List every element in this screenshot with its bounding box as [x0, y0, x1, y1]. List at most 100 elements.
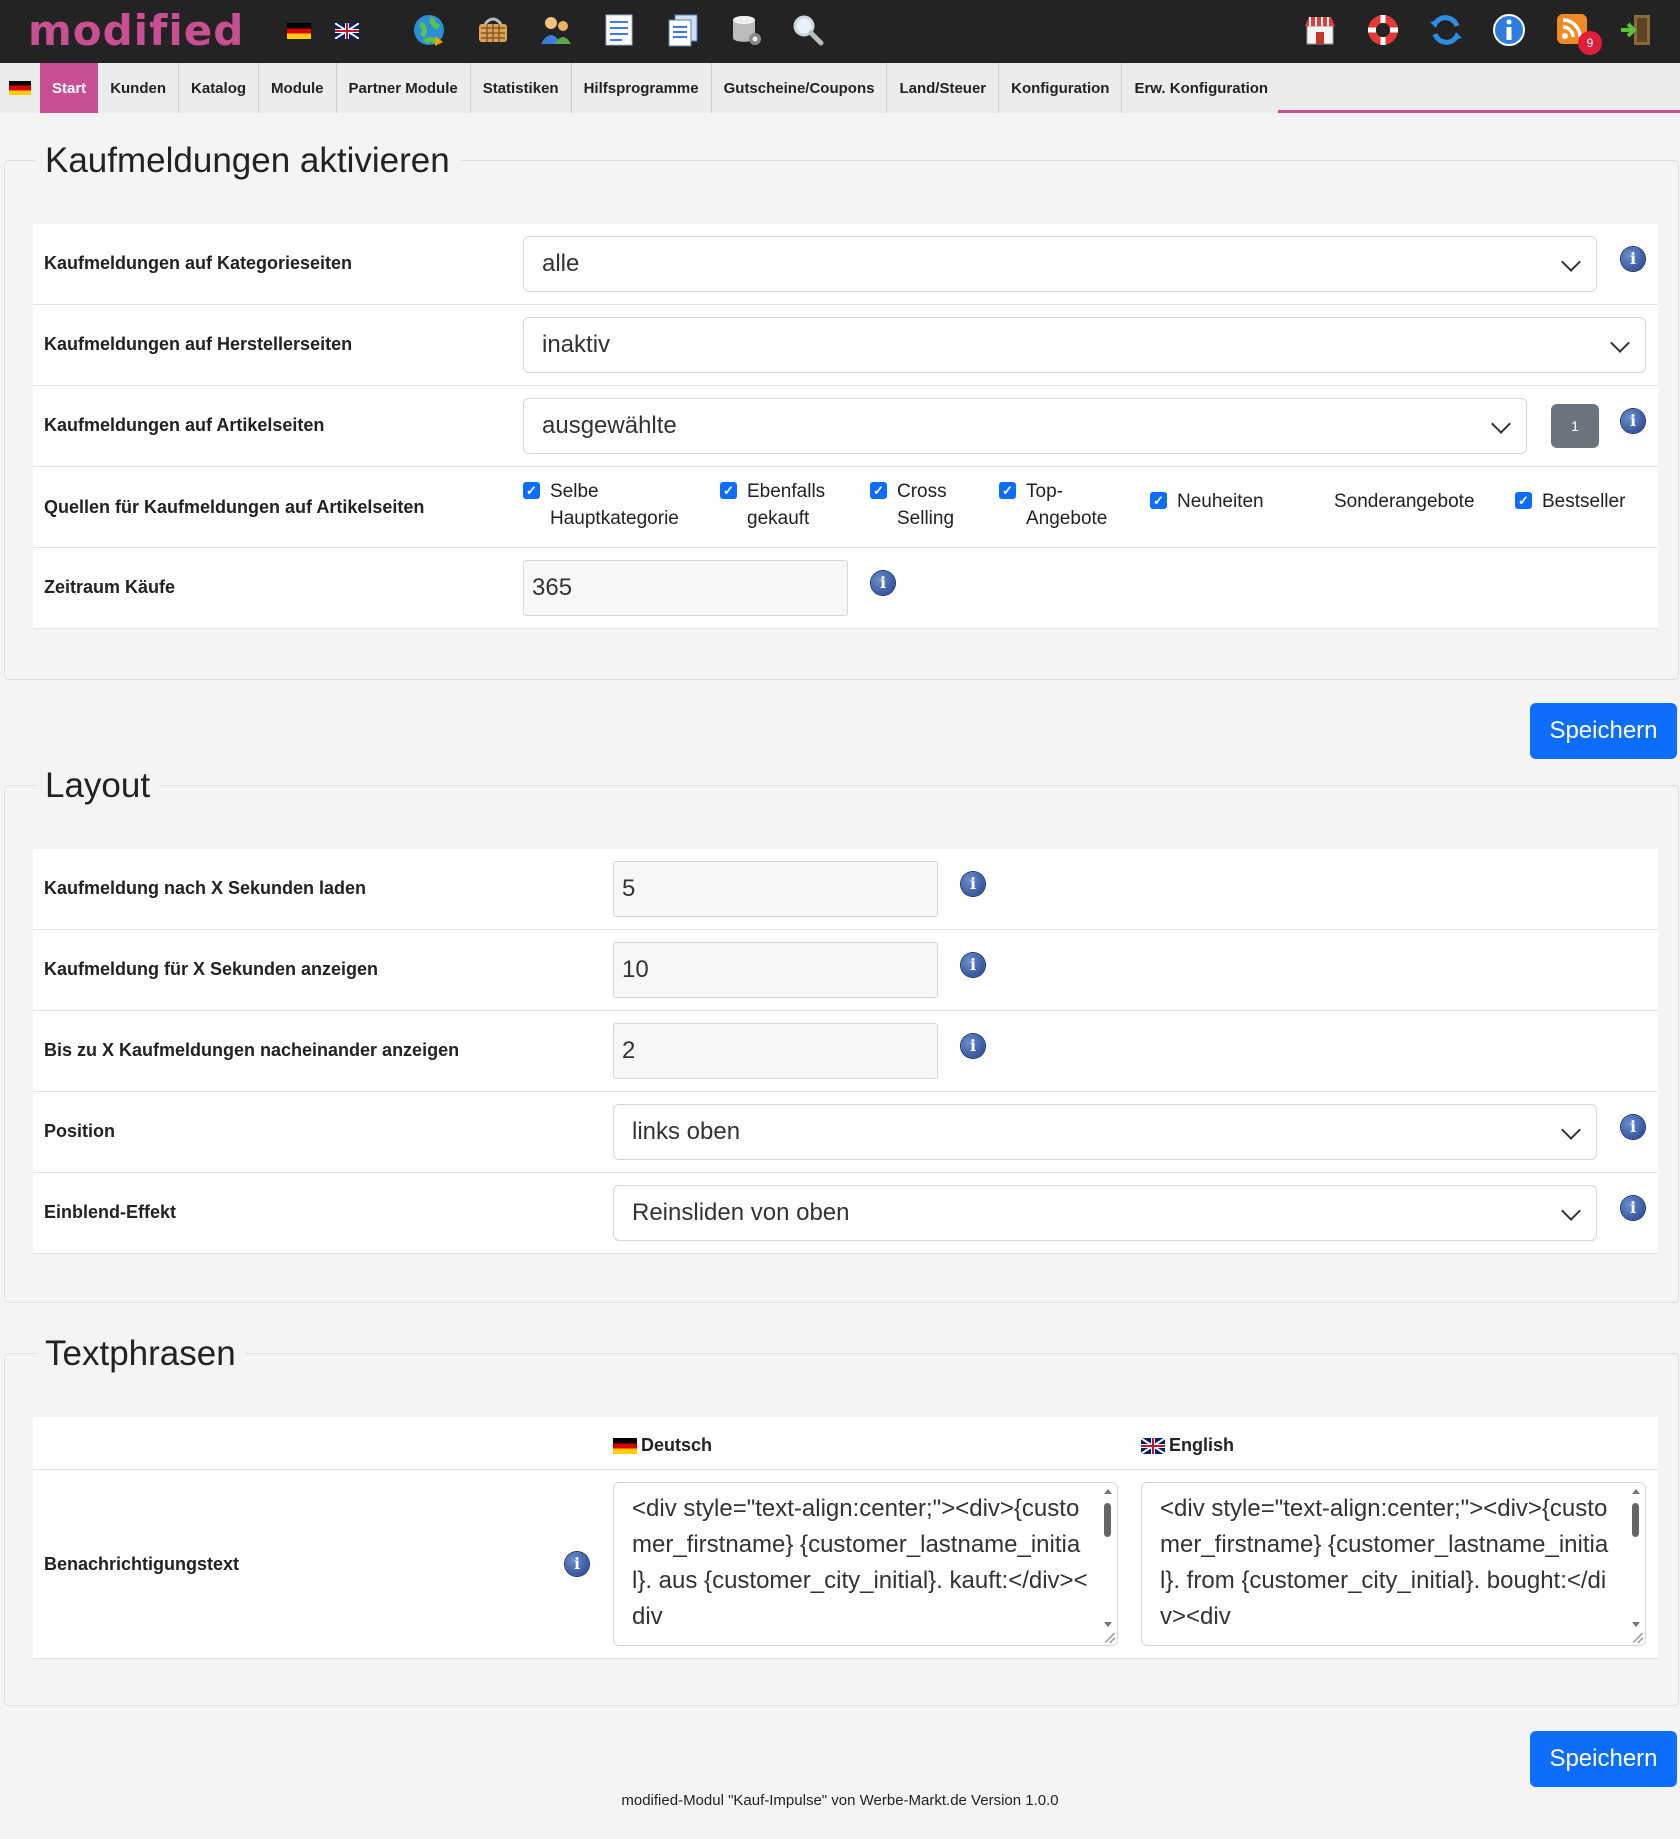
resize-grip-icon[interactable] — [1633, 1633, 1643, 1643]
field-label: Bis zu X Kaufmeldungen nacheinander anze… — [44, 1040, 460, 1060]
checkbox-checked-icon: ✓ — [1515, 492, 1532, 509]
de-flag-icon[interactable] — [287, 23, 311, 39]
support-icon[interactable] — [1365, 12, 1401, 48]
info-icon[interactable]: i — [1621, 1115, 1645, 1139]
nav-statistiken[interactable]: Statistiken — [471, 63, 572, 113]
row-duration: Kaufmeldung für X Sekunden anzeigen 10 i — [33, 930, 1658, 1011]
notification-text-de-textarea[interactable]: <div style="text-align:center;"><div>{cu… — [613, 1482, 1118, 1646]
scrollbar-thumb[interactable] — [1104, 1503, 1111, 1537]
save-button[interactable]: Speichern — [1530, 703, 1677, 759]
save-button-bottom[interactable]: Speichern — [1530, 1731, 1677, 1787]
section-title: Kaufmeldungen aktivieren — [35, 139, 460, 183]
info-icon[interactable]: i — [961, 953, 985, 977]
section-layout: Layout Kaufmeldung nach X Sekunden laden… — [4, 764, 1679, 1303]
manufacturer-pages-select[interactable]: inaktiv — [523, 317, 1646, 373]
source-checkbox-sonderangebote[interactable]: Sonderangebote — [1307, 488, 1477, 515]
source-checkbox-selbe-hauptkategorie[interactable]: ✓ Selbe Hauptkategorie — [523, 478, 693, 532]
field-label: Kaufmeldung nach X Sekunden laden — [44, 878, 367, 898]
logout-icon[interactable] — [1618, 12, 1654, 48]
info-icon[interactable]: i — [1621, 247, 1645, 271]
row-period: Zeitraum Käufe 365 i — [33, 548, 1658, 629]
select-value: ausgewählte — [542, 412, 677, 439]
scrollbar-thumb[interactable] — [1632, 1503, 1639, 1537]
nav-underline — [1278, 110, 1680, 113]
select-value: links oben — [632, 1118, 741, 1145]
period-input[interactable]: 365 — [523, 560, 848, 616]
shop-icon[interactable] — [1302, 12, 1338, 48]
count-input[interactable]: 2 — [613, 1023, 938, 1079]
source-checkbox-top-angebote[interactable]: ✓ Top-Angebote — [999, 478, 1109, 532]
customers-icon[interactable] — [538, 12, 574, 48]
chevron-down-icon — [1561, 1201, 1581, 1221]
row-position: Position links oben i — [33, 1092, 1658, 1173]
basket-icon[interactable] — [475, 12, 511, 48]
section-kaufmeldungen-aktivieren: Kaufmeldungen aktivieren Kaufmeldungen a… — [4, 139, 1679, 680]
info-icon[interactable]: i — [565, 1552, 589, 1576]
row-manufacturer-pages: Kaufmeldungen auf Herstellerseiten inakt… — [33, 305, 1658, 386]
field-label: Benachrichtigungstext — [44, 1554, 240, 1574]
scroll-down-icon[interactable] — [1632, 1622, 1640, 1627]
source-checkbox-neuheiten[interactable]: ✓ Neuheiten — [1150, 488, 1290, 515]
nav-start[interactable]: Start — [40, 63, 99, 113]
field-label: Kaufmeldungen auf Artikelseiten — [44, 415, 325, 435]
database-icon[interactable] — [728, 12, 764, 48]
field-label: Kaufmeldungen auf Kategorieseiten — [44, 253, 353, 273]
product-pages-select[interactable]: ausgewählte — [523, 398, 1527, 454]
field-label: Kaufmeldung für X Sekunden anzeigen — [44, 959, 379, 979]
position-select[interactable]: links oben — [613, 1104, 1597, 1160]
info-icon[interactable]: i — [1621, 409, 1645, 433]
row-notification-text: Benachrichtigungstext i <div style="text… — [33, 1470, 1658, 1659]
section-textphrasen: Textphrasen Deutsch English Benachrichti… — [4, 1332, 1679, 1706]
product-selection-button[interactable]: 1 — [1551, 404, 1599, 448]
category-pages-select[interactable]: alle — [523, 236, 1597, 292]
chevron-down-icon — [1561, 1120, 1581, 1140]
textphrasen-header-row: Deutsch English — [33, 1417, 1658, 1470]
nav-erw-konfiguration[interactable]: Erw. Konfiguration — [1122, 63, 1280, 113]
nav-module[interactable]: Module — [259, 63, 337, 113]
field-label: Kaufmeldungen auf Herstellerseiten — [44, 334, 353, 354]
section-title: Textphrasen — [35, 1332, 246, 1376]
row-product-pages: Kaufmeldungen auf Artikelseiten ausgewäh… — [33, 386, 1658, 467]
logo[interactable]: modified — [28, 7, 244, 55]
column-header-deutsch: Deutsch — [613, 1435, 712, 1456]
field-label: Quellen für Kaufmeldungen auf Artikelsei… — [44, 497, 425, 517]
scroll-up-icon[interactable] — [1632, 1489, 1640, 1494]
info-icon[interactable]: i — [961, 1034, 985, 1058]
effect-select[interactable]: Reinsliden von oben — [613, 1185, 1597, 1241]
nav-konfiguration[interactable]: Konfiguration — [999, 63, 1123, 113]
de-flag-icon — [613, 1437, 637, 1454]
about-info-icon[interactable] — [1491, 12, 1527, 48]
row-category-pages: Kaufmeldungen auf Kategorieseiten alle i — [33, 224, 1658, 305]
nav-kunden[interactable]: Kunden — [98, 63, 180, 113]
select-value: inaktiv — [542, 331, 611, 358]
info-icon[interactable]: i — [1621, 1196, 1645, 1220]
checkbox-checked-icon: ✓ — [1150, 492, 1167, 509]
delay-input[interactable]: 5 — [613, 861, 938, 917]
orders-icon[interactable] — [601, 12, 637, 48]
nav-flag[interactable] — [0, 63, 40, 113]
top-bar: modified 9 — [0, 0, 1680, 63]
nav-katalog[interactable]: Katalog — [179, 63, 260, 113]
checkbox-checked-icon: ✓ — [999, 482, 1016, 499]
gb-flag-icon[interactable] — [335, 23, 359, 39]
globe-icon[interactable] — [411, 12, 447, 48]
row-sources: Quellen für Kaufmeldungen auf Artikelsei… — [33, 467, 1658, 548]
notification-text-en-textarea[interactable]: <div style="text-align:center;"><div>{cu… — [1141, 1482, 1646, 1646]
refresh-icon[interactable] — [1428, 12, 1464, 48]
nav-land-steuer[interactable]: Land/Steuer — [887, 63, 1000, 113]
scroll-down-icon[interactable] — [1104, 1622, 1112, 1627]
resize-grip-icon[interactable] — [1105, 1633, 1115, 1643]
nav-hilfsprogramme[interactable]: Hilfsprogramme — [572, 63, 712, 113]
documents-icon[interactable] — [665, 12, 701, 48]
duration-input[interactable]: 10 — [613, 942, 938, 998]
info-icon[interactable]: i — [961, 872, 985, 896]
search-icon[interactable] — [790, 12, 826, 48]
source-checkbox-ebenfalls-gekauft[interactable]: ✓ Ebenfalls gekauft — [720, 478, 850, 532]
nav-gutscheine[interactable]: Gutscheine/Coupons — [712, 63, 888, 113]
checkbox-checked-icon: ✓ — [870, 482, 887, 499]
source-checkbox-cross-selling[interactable]: ✓ Cross Selling — [870, 478, 970, 532]
source-checkbox-bestseller[interactable]: ✓ Bestseller — [1515, 488, 1645, 515]
info-icon[interactable]: i — [871, 571, 895, 595]
scroll-up-icon[interactable] — [1104, 1489, 1112, 1494]
nav-partner-module[interactable]: Partner Module — [337, 63, 471, 113]
